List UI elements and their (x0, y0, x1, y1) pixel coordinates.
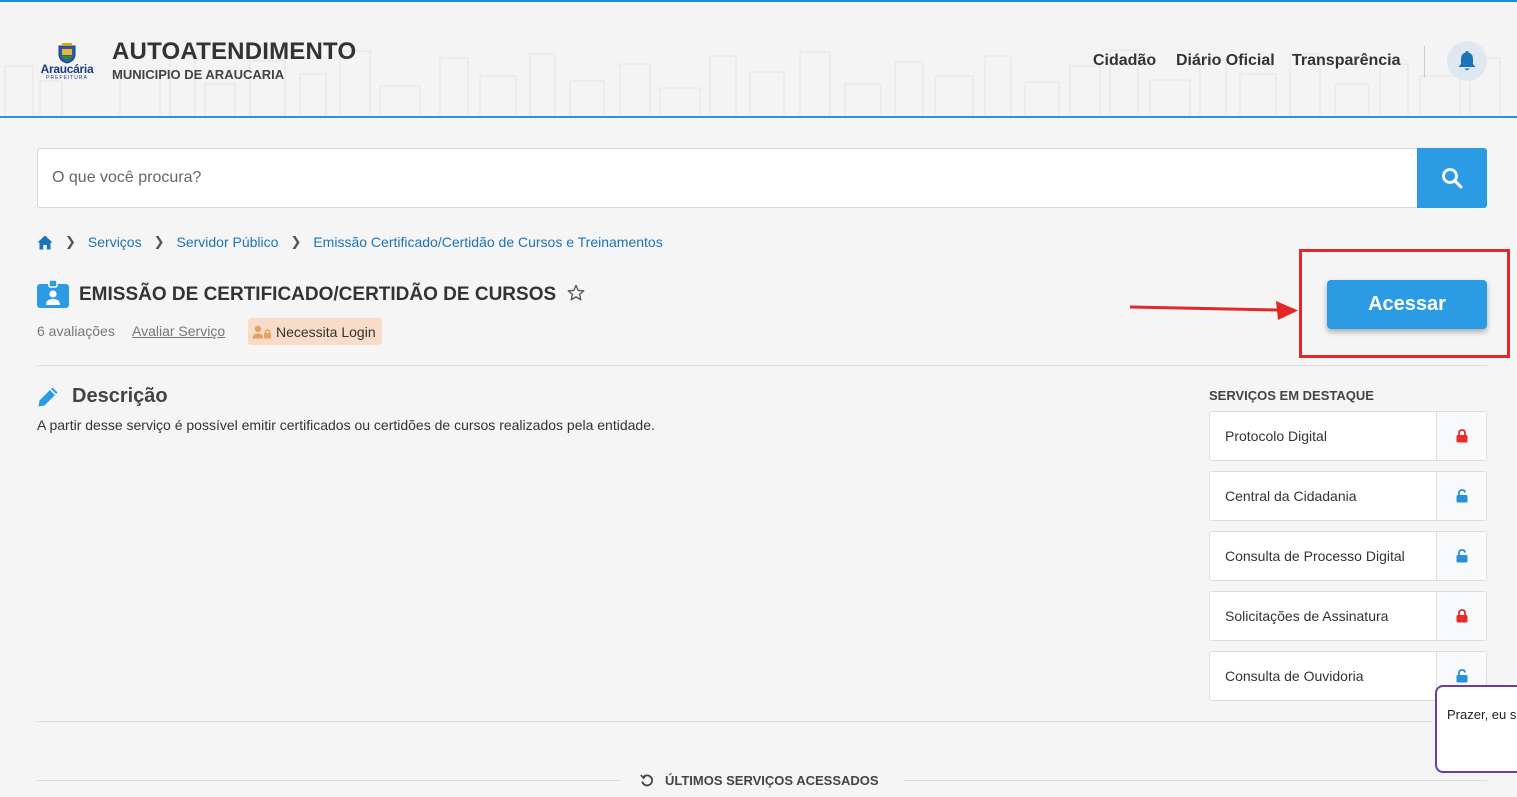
featured-item-consulta-processo-digital[interactable]: Consulta de Processo Digital (1209, 531, 1487, 581)
featured-item-label: Central da Cidadania (1225, 488, 1357, 504)
featured-item-label: Consulta de Processo Digital (1225, 548, 1405, 564)
search-input[interactable] (38, 149, 1418, 207)
access-button[interactable]: Acessar (1327, 280, 1487, 329)
featured-item-label: Protocolo Digital (1225, 428, 1327, 444)
chat-popup[interactable]: Prazer, eu s (1435, 685, 1517, 773)
user-lock-icon (252, 325, 271, 338)
description-text: A partir desse serviço é possível emitir… (37, 417, 655, 433)
login-required-label: Necessita Login (276, 323, 376, 340)
breadcrumb-servicos[interactable]: Serviços (88, 234, 142, 250)
nav-divider (1424, 46, 1425, 78)
chevron-right-icon: ❯ (290, 234, 302, 249)
breadcrumb-current-service[interactable]: Emissão Certificado/Certidão de Cursos e… (313, 234, 662, 250)
lock-open-icon (1456, 549, 1467, 563)
lock-open-icon (1456, 669, 1467, 683)
app-subtitle: MUNICIPIO DE ARAUCARIA (112, 67, 285, 82)
history-icon (640, 774, 653, 787)
nav-diario-oficial[interactable]: Diário Oficial (1176, 52, 1275, 70)
description-title: Descrição (72, 385, 168, 407)
search-box (37, 148, 1487, 208)
chevron-right-icon: ❯ (153, 234, 165, 249)
featured-item-central-cidadania[interactable]: Central da Cidadania (1209, 471, 1487, 521)
featured-item-solicitacoes-assinatura[interactable]: Solicitações de Assinatura (1209, 591, 1487, 641)
lock-open-icon (1456, 489, 1467, 503)
notifications-button[interactable] (1447, 41, 1487, 81)
pencil-icon (38, 387, 58, 407)
login-required-badge: Necessita Login (248, 318, 382, 345)
id-badge-icon (37, 280, 69, 308)
lock-closed-icon (1456, 429, 1467, 443)
divider (37, 721, 1433, 722)
bell-icon (1458, 51, 1476, 71)
chevron-right-icon: ❯ (65, 234, 76, 249)
header: Araucária PREFEITURA AUTOATENDIMENTO MUN… (0, 0, 1517, 118)
lock-closed-icon (1456, 609, 1467, 623)
recent-services-title: ÚLTIMOS SERVIÇOS ACESSADOS (665, 773, 879, 788)
rate-service-link[interactable]: Avaliar Serviço (132, 323, 225, 339)
divider (37, 365, 1487, 366)
logo-text: Araucária (40, 62, 94, 76)
breadcrumb-servidor-publico[interactable]: Servidor Público (177, 234, 279, 250)
featured-item-label: Consulta de Ouvidoria (1225, 668, 1364, 684)
home-icon[interactable] (37, 235, 53, 250)
breadcrumb: ❯ Serviços ❯ Servidor Público ❯ Emissão … (37, 232, 663, 252)
divider (37, 780, 621, 781)
divider (903, 780, 1487, 781)
chat-message: Prazer, eu s (1447, 707, 1517, 722)
search-icon (1442, 168, 1463, 189)
red-arrow-annotation (1129, 301, 1298, 320)
featured-services-title: SERVIÇOS EM DESTAQUE (1209, 388, 1374, 403)
logo-subtext: PREFEITURA (46, 75, 88, 81)
app-title: AUTOATENDIMENTO (112, 38, 357, 65)
coat-of-arms-icon (58, 43, 76, 64)
favorite-star-icon[interactable] (567, 284, 585, 302)
service-title: EMISSÃO DE CERTIFICADO/CERTIDÃO DE CURSO… (79, 284, 557, 305)
search-button[interactable] (1417, 148, 1487, 208)
featured-item-label: Solicitações de Assinatura (1225, 608, 1389, 624)
featured-item-protocolo-digital[interactable]: Protocolo Digital (1209, 411, 1487, 461)
ratings-count: 6 avaliações (37, 323, 115, 339)
nav-transparencia[interactable]: Transparência (1292, 52, 1401, 70)
nav-cidadao[interactable]: Cidadão (1093, 52, 1156, 70)
araucaria-logo[interactable]: Araucária PREFEITURA (36, 42, 98, 82)
